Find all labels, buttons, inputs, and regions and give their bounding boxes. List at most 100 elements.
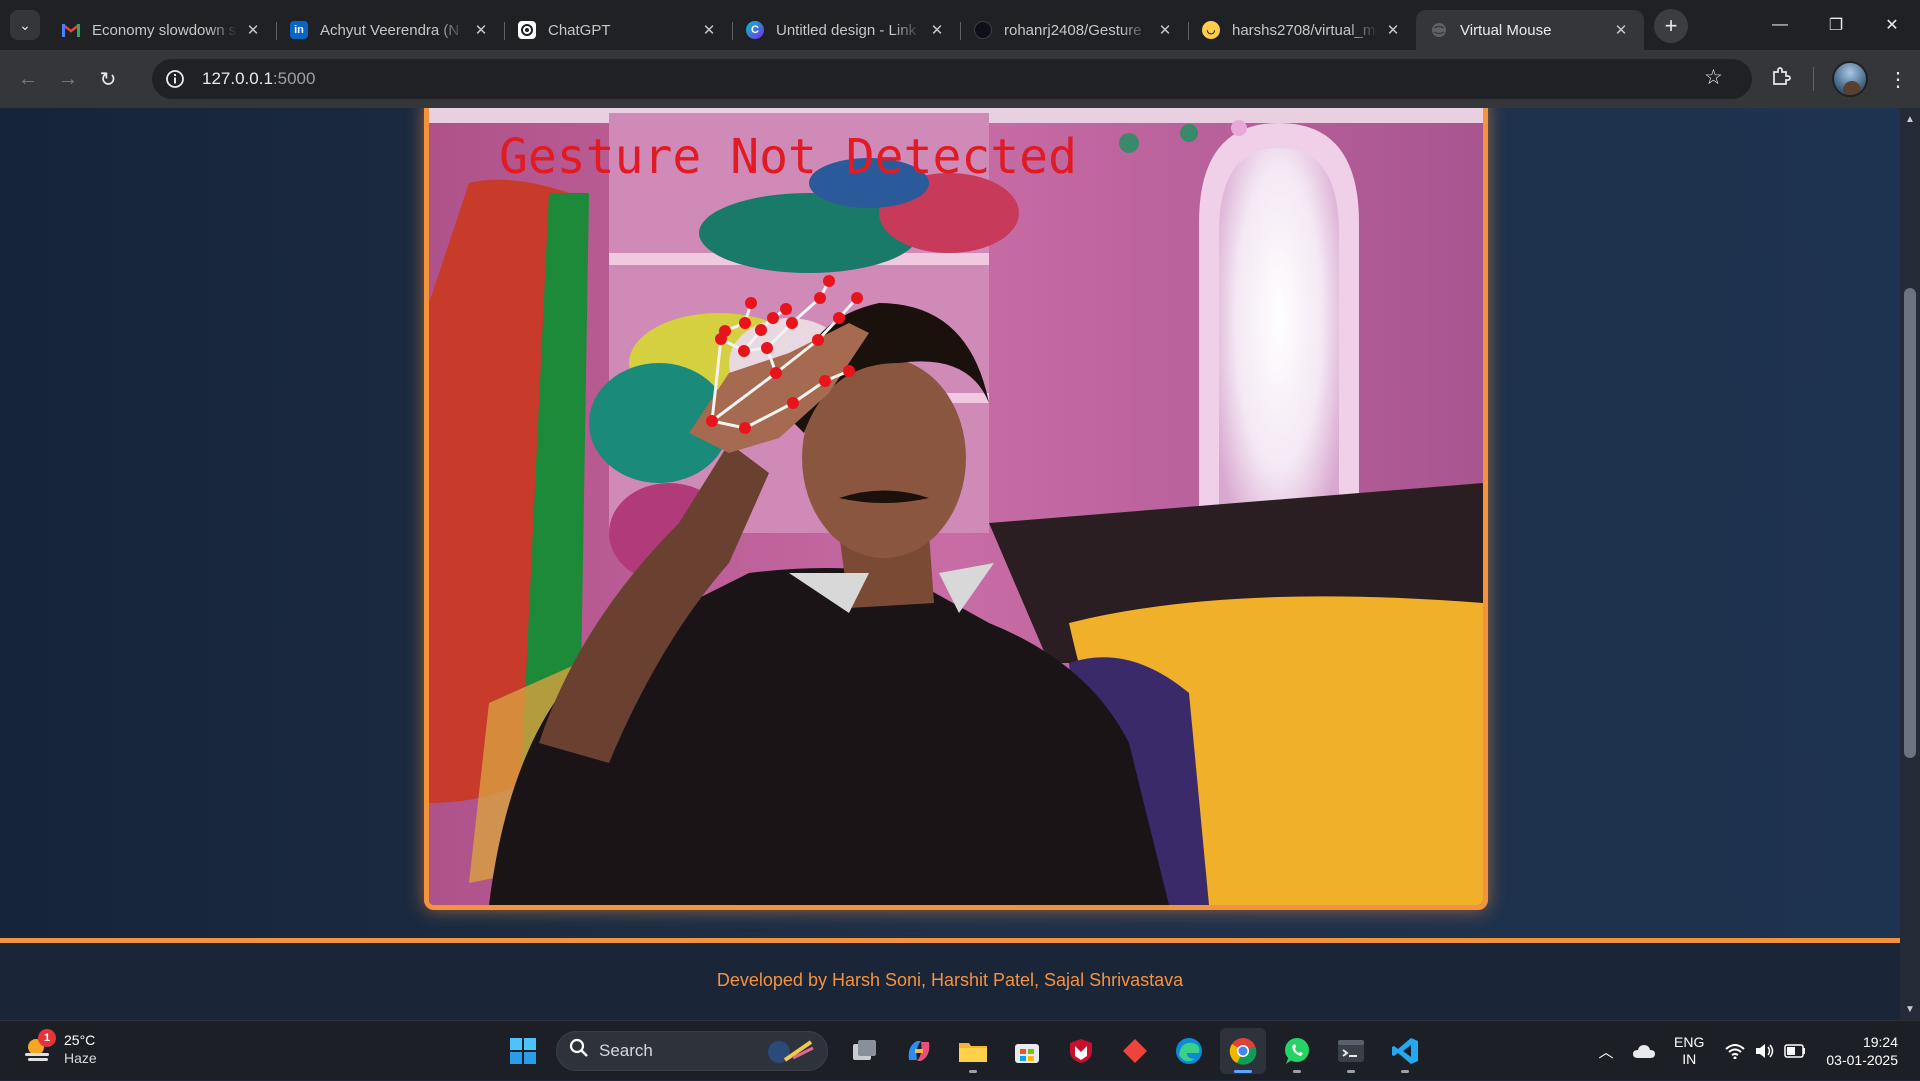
gesture-status-text: Gesture Not Detected xyxy=(499,129,1077,185)
landmark-point xyxy=(833,312,845,324)
page-scrollbar[interactable]: ▲ ▼ xyxy=(1900,108,1920,1020)
landmark-point xyxy=(770,367,782,379)
windows-logo-icon xyxy=(510,1038,536,1064)
extensions-button[interactable] xyxy=(1759,57,1803,101)
landmark-point xyxy=(739,422,751,434)
back-button[interactable]: ← xyxy=(8,59,48,99)
landmark-point xyxy=(819,375,831,387)
tab-canva[interactable]: C Untitled design - Link ✕ xyxy=(732,10,960,50)
tab-linkedin[interactable]: in Achyut Veerendra (N ✕ xyxy=(276,10,504,50)
clock-time: 19:24 xyxy=(1862,1034,1898,1050)
tab-title: ChatGPT xyxy=(548,21,611,39)
copilot-app[interactable] xyxy=(896,1028,942,1074)
tab-huggingface[interactable]: ◡ harshs2708/virtual_m ✕ xyxy=(1188,10,1416,50)
weather-widget[interactable]: 1 25°C Haze xyxy=(22,1029,97,1067)
toolbar-actions: ⋮ xyxy=(1759,50,1920,108)
landmark-point xyxy=(812,334,824,346)
tab-chatgpt[interactable]: ChatGPT ✕ xyxy=(504,10,732,50)
whatsapp-app[interactable] xyxy=(1274,1028,1320,1074)
vscode-icon xyxy=(1392,1038,1418,1064)
landmark-point xyxy=(719,325,731,337)
running-indicator xyxy=(1293,1070,1301,1073)
close-tab-icon[interactable]: ✕ xyxy=(700,21,718,39)
url-host: 127.0.0.1 xyxy=(202,69,273,88)
profile-avatar[interactable] xyxy=(1832,61,1868,97)
terminal-icon xyxy=(1338,1040,1364,1062)
close-tab-icon[interactable]: ✕ xyxy=(244,21,262,39)
wifi-icon[interactable] xyxy=(1720,1043,1750,1059)
shield-icon xyxy=(1070,1039,1092,1063)
lang-line2: IN xyxy=(1682,1051,1697,1067)
start-button[interactable] xyxy=(500,1028,546,1074)
tab-strip: ⌄ Economy slowdown s ✕ in Achyut Veerend… xyxy=(0,0,1920,50)
bookmark-star-icon[interactable]: ☆ xyxy=(1704,65,1723,90)
close-tab-icon[interactable]: ✕ xyxy=(1384,21,1402,39)
chrome-app[interactable] xyxy=(1220,1028,1266,1074)
terminal-app[interactable] xyxy=(1328,1028,1374,1074)
restore-button[interactable]: ❐ xyxy=(1808,0,1864,50)
edge-app[interactable] xyxy=(1166,1028,1212,1074)
scroll-thumb[interactable] xyxy=(1904,288,1916,758)
close-tab-icon[interactable]: ✕ xyxy=(1612,21,1630,39)
close-tab-icon[interactable]: ✕ xyxy=(1156,21,1174,39)
taskbar-apps: Search xyxy=(496,1027,1432,1075)
landmark-point xyxy=(851,292,863,304)
close-tab-icon[interactable]: ✕ xyxy=(472,21,490,39)
close-tab-icon[interactable]: ✕ xyxy=(928,21,946,39)
ms-store-app[interactable] xyxy=(1004,1028,1050,1074)
show-hidden-icons-button[interactable]: ︿ xyxy=(1588,1041,1624,1062)
url-text: 127.0.0.1:5000 xyxy=(202,69,315,89)
landmark-point xyxy=(745,297,757,309)
window-controls: — ❐ ✕ xyxy=(1752,0,1920,50)
site-info-icon[interactable] xyxy=(162,66,188,92)
weather-haze-icon: 1 xyxy=(22,1029,56,1065)
battery-icon[interactable] xyxy=(1780,1044,1810,1058)
address-bar[interactable]: 127.0.0.1:5000 xyxy=(152,59,1752,99)
tab-title: rohanrj2408/Gesture xyxy=(1004,21,1142,39)
mcafee-app[interactable] xyxy=(1058,1028,1104,1074)
edge-icon xyxy=(1176,1038,1202,1064)
weather-temp: 25°C xyxy=(64,1032,96,1048)
new-tab-button[interactable]: + xyxy=(1654,9,1688,43)
taskbar-search[interactable]: Search xyxy=(556,1031,828,1071)
file-explorer-app[interactable] xyxy=(950,1028,996,1074)
forward-button[interactable]: → xyxy=(48,59,88,99)
landmark-point xyxy=(739,317,751,329)
chevron-up-icon: ︿ xyxy=(1598,1043,1614,1061)
vscode-app[interactable] xyxy=(1382,1028,1428,1074)
minimize-button[interactable]: — xyxy=(1752,0,1808,50)
folder-icon xyxy=(959,1043,987,1062)
onedrive-icon[interactable] xyxy=(1624,1043,1664,1059)
chatgpt-icon xyxy=(518,21,536,39)
github-icon xyxy=(974,21,992,39)
task-view-button[interactable] xyxy=(842,1028,888,1074)
close-window-button[interactable]: ✕ xyxy=(1864,0,1920,50)
landmark-point xyxy=(706,415,718,427)
volume-icon[interactable] xyxy=(1750,1043,1780,1059)
system-clock[interactable]: 19:24 03-01-2025 xyxy=(1826,1033,1898,1069)
tab-title: Untitled design - Link xyxy=(776,21,917,39)
tab-virtual-mouse[interactable]: Virtual Mouse ✕ xyxy=(1416,10,1644,50)
tab-search-button[interactable]: ⌄ xyxy=(10,10,40,40)
scroll-up-icon[interactable]: ▲ xyxy=(1900,110,1920,128)
browser-menu-button[interactable]: ⋮ xyxy=(1876,57,1920,101)
landmark-point xyxy=(755,324,767,336)
webcam-frame: Gesture Not Detected xyxy=(429,108,1483,905)
clock-date: 03-01-2025 xyxy=(1826,1052,1898,1068)
tab-gmail[interactable]: Economy slowdown s ✕ xyxy=(48,10,276,50)
scroll-down-icon[interactable]: ▼ xyxy=(1900,1000,1920,1018)
arrow-left-icon: ← xyxy=(18,67,38,90)
anydesk-app[interactable] xyxy=(1112,1028,1158,1074)
puzzle-icon xyxy=(1771,66,1791,92)
canva-icon: C xyxy=(746,21,764,39)
url-port: :5000 xyxy=(272,69,316,88)
reload-button[interactable]: ↻ xyxy=(88,59,128,99)
language-indicator[interactable]: ENG IN xyxy=(1674,1034,1704,1068)
landmark-point xyxy=(738,345,750,357)
landmark-point xyxy=(761,342,773,354)
page-footer: Developed by Harsh Soni, Harshit Patel, … xyxy=(0,938,1900,1020)
diamond-icon xyxy=(1123,1039,1147,1063)
system-tray: ︿ ENG IN 19:24 03-01-2025 xyxy=(1588,1021,1920,1081)
tab-github[interactable]: rohanrj2408/Gesture ✕ xyxy=(960,10,1188,50)
search-highlight-icon xyxy=(768,1040,814,1063)
